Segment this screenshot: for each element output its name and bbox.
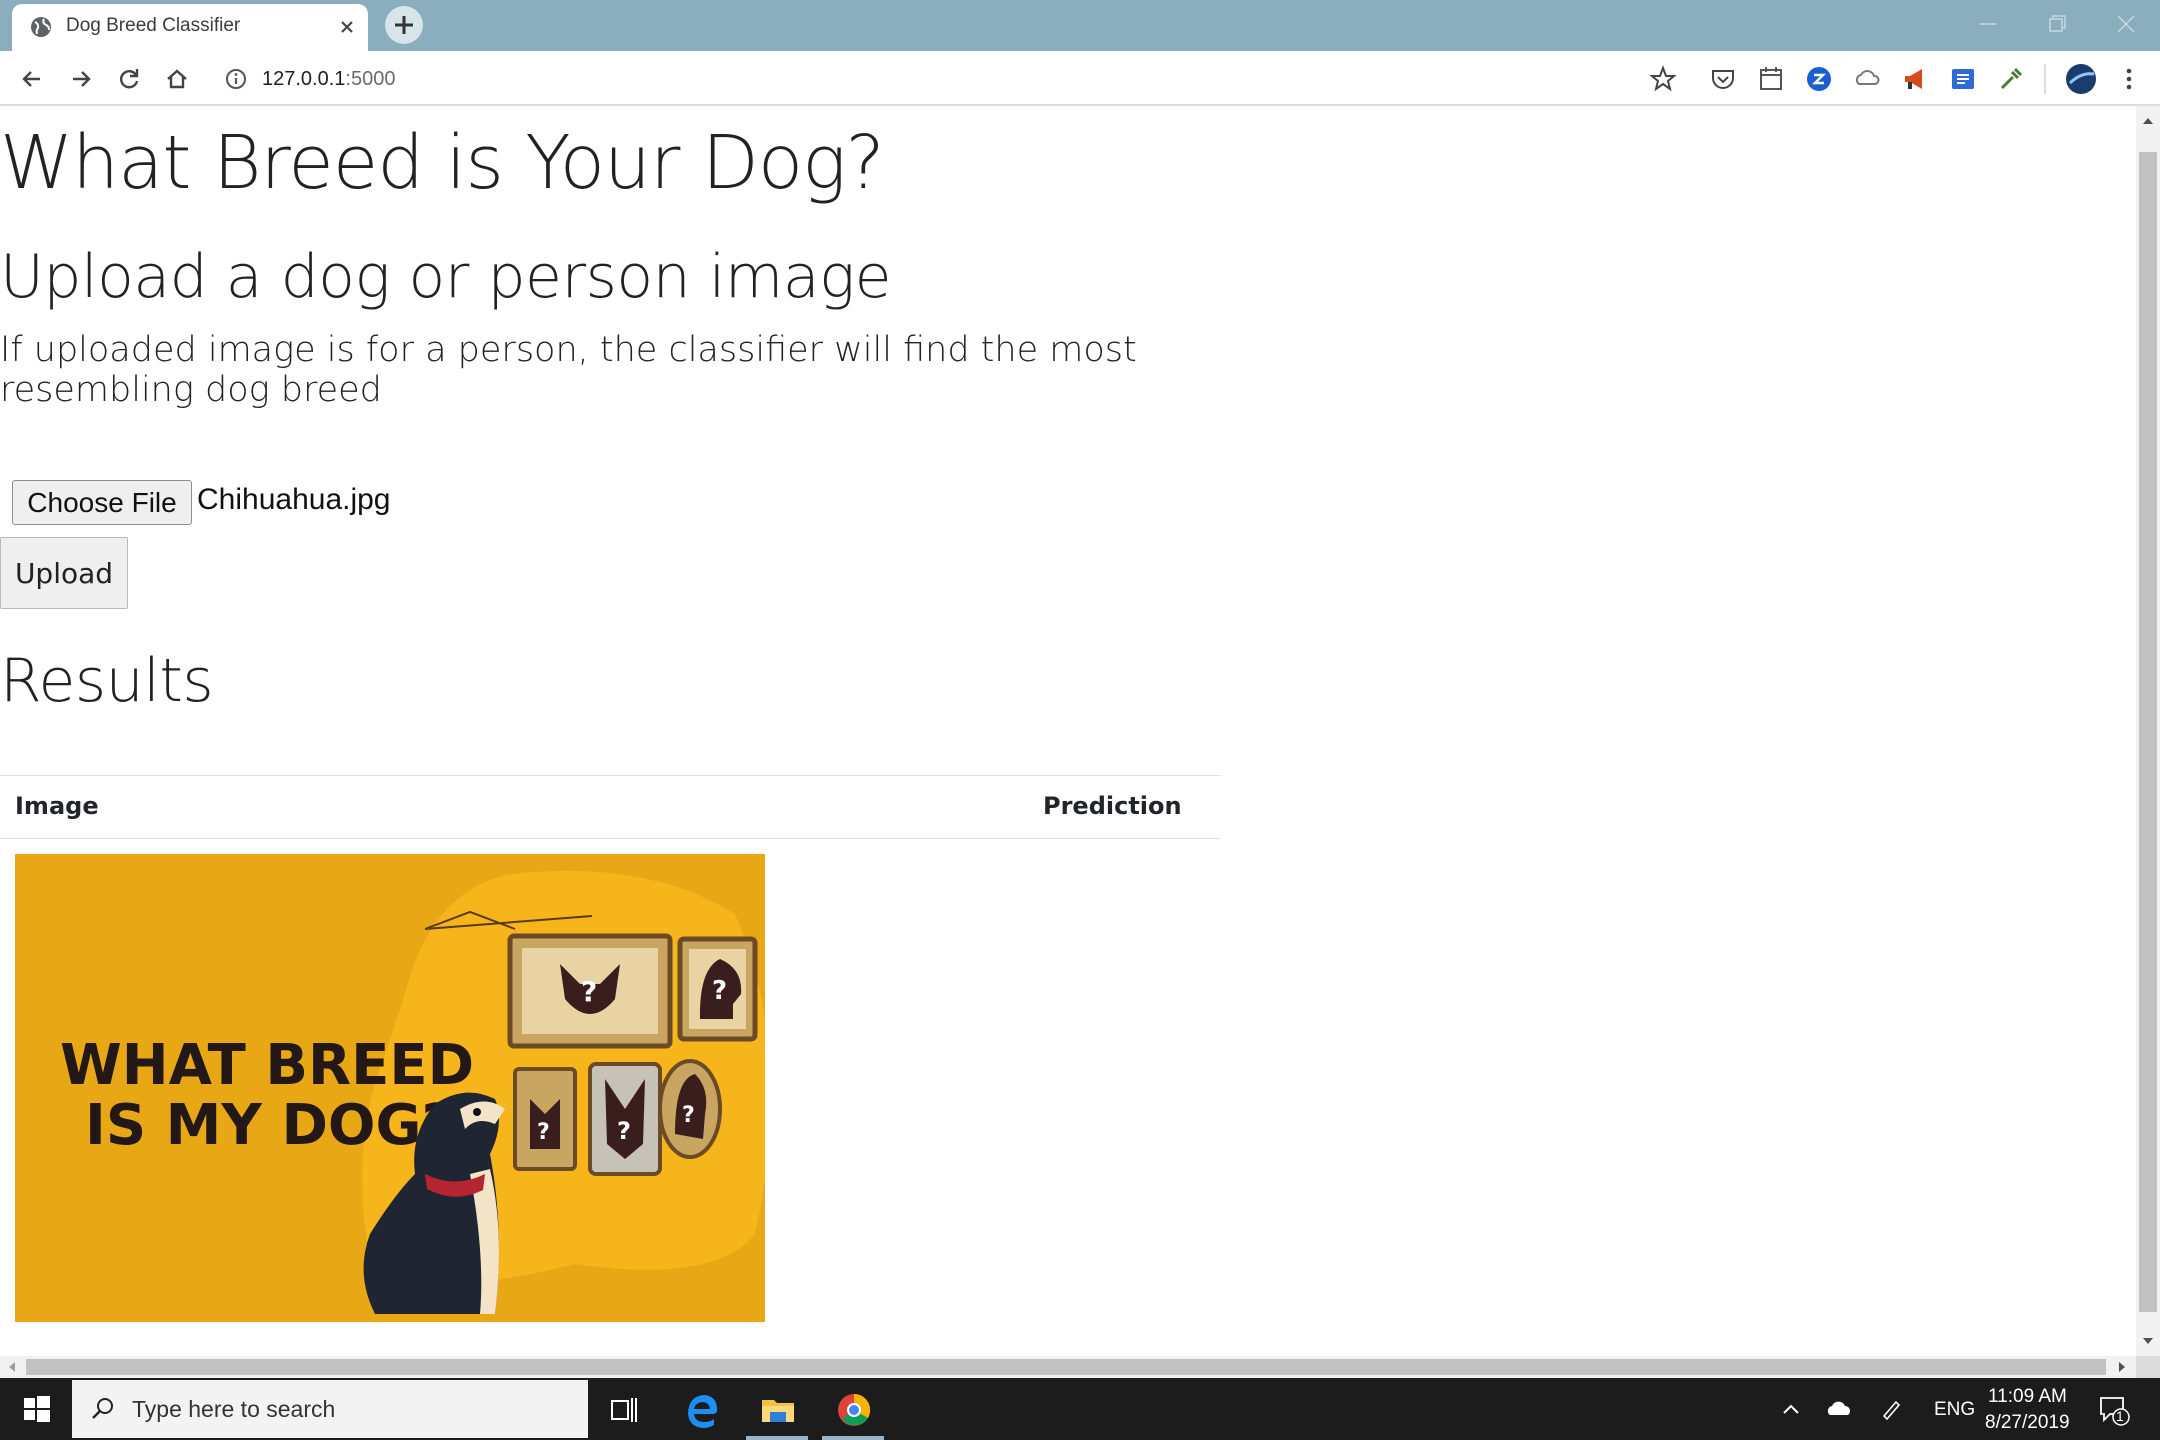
address-bar[interactable]: 127.0.0.1:5000 [218, 59, 1658, 99]
upload-heading: Upload a dog or person image [0, 242, 892, 312]
result-image: WHAT BREED IS MY DOG? ? ? ? ? ? [15, 854, 765, 1322]
restore-window-icon[interactable] [2028, 6, 2088, 42]
dropper-extension-icon[interactable] [1996, 64, 2026, 94]
clock-time[interactable]: 11:09 AM [1988, 1386, 2067, 1408]
edge-browser-icon[interactable] [680, 1388, 724, 1432]
pocket-icon[interactable] [1708, 64, 1738, 94]
profile-avatar[interactable] [2064, 62, 2098, 96]
scroll-down-arrow-icon[interactable] [2141, 1334, 2155, 1348]
close-window-icon[interactable] [2096, 6, 2156, 42]
menu-dots-icon[interactable] [2114, 64, 2144, 94]
horizontal-scroll-thumb[interactable] [26, 1359, 2106, 1375]
megaphone-icon[interactable] [1900, 64, 1930, 94]
scroll-left-arrow-icon[interactable] [5, 1360, 19, 1374]
choose-file-button[interactable]: Choose File [12, 480, 192, 525]
plus-icon [395, 16, 413, 34]
svg-text:?: ? [617, 1117, 631, 1145]
illustration-text-line1: WHAT BREED [60, 1033, 474, 1098]
notification-count: 1 [2116, 1408, 2124, 1424]
windows-taskbar: Type here to search ENG 11:09 AM 8/27/20… [0, 1378, 2160, 1440]
cloud-extension-icon[interactable] [1852, 64, 1882, 94]
browser-tab[interactable]: Dog Breed Classifier [12, 4, 368, 51]
page-title: What Breed is Your Dog? [0, 120, 885, 206]
upload-description: If uploaded image is for a person, the c… [0, 330, 1137, 410]
chosen-file-name: Chihuahua.jpg [197, 483, 391, 516]
illustration-text-line2: IS MY DOG? [85, 1093, 454, 1158]
browser-tab-strip: Dog Breed Classifier [0, 0, 2160, 51]
chrome-icon[interactable] [832, 1388, 876, 1432]
pen-ink-icon[interactable] [1876, 1394, 1906, 1424]
task-view-icon[interactable] [602, 1388, 646, 1432]
scroll-right-arrow-icon[interactable] [2115, 1360, 2129, 1374]
web-page: What Breed is Your Dog? Upload a dog or … [0, 106, 2136, 1356]
close-tab-icon[interactable] [334, 14, 360, 40]
forward-icon[interactable] [65, 63, 97, 95]
toolbar-divider [2044, 64, 2046, 94]
svg-text:?: ? [682, 1103, 695, 1128]
results-heading: Results [0, 646, 214, 716]
calendar-extension-icon[interactable] [1756, 64, 1786, 94]
onedrive-icon[interactable] [1824, 1394, 1854, 1424]
minimize-window-icon[interactable] [1958, 6, 2018, 42]
scroll-up-arrow-icon[interactable] [2141, 114, 2155, 128]
back-icon[interactable] [16, 63, 48, 95]
notification-center-icon[interactable] [2096, 1392, 2130, 1426]
svg-text:?: ? [537, 1120, 550, 1145]
column-header-prediction: Prediction [1043, 792, 1182, 820]
column-header-image: Image [15, 792, 99, 820]
taskbar-search-box[interactable]: Type here to search [72, 1380, 588, 1438]
clock-date[interactable]: 8/27/2019 [1985, 1412, 2070, 1434]
browser-toolbar: 127.0.0.1:5000 [0, 51, 2160, 106]
table-header-row: Image Prediction [0, 775, 1221, 839]
windows-start-icon[interactable] [0, 1378, 72, 1440]
vertical-scroll-thumb[interactable] [2139, 152, 2157, 1312]
new-tab-button[interactable] [385, 6, 423, 44]
taskbar-search-placeholder: Type here to search [132, 1396, 336, 1422]
results-table: Image Prediction [0, 775, 1221, 839]
info-icon[interactable] [224, 67, 248, 91]
chrome-active-indicator [822, 1436, 884, 1440]
vertical-scrollbar[interactable] [2136, 106, 2160, 1356]
scrollbar-corner [2136, 1356, 2160, 1378]
reader-extension-icon[interactable] [1948, 64, 1978, 94]
search-icon [92, 1398, 113, 1419]
tab-title: Dog Breed Classifier [66, 15, 241, 36]
file-explorer-icon[interactable] [756, 1388, 800, 1432]
svg-text:?: ? [712, 976, 727, 1006]
blue-extension-icon[interactable] [1804, 64, 1834, 94]
reload-icon[interactable] [113, 63, 145, 95]
file-explorer-active-indicator [746, 1436, 808, 1440]
star-icon[interactable] [1648, 64, 1678, 94]
upload-button[interactable]: Upload [0, 537, 128, 609]
svg-text:?: ? [581, 975, 597, 1008]
home-icon[interactable] [161, 63, 193, 95]
show-hidden-icons-icon[interactable] [1776, 1394, 1806, 1424]
horizontal-scrollbar[interactable] [0, 1356, 2136, 1378]
globe-icon [31, 17, 51, 37]
url-text: 127.0.0.1:5000 [262, 68, 396, 90]
language-indicator[interactable]: ENG [1934, 1399, 1975, 1421]
